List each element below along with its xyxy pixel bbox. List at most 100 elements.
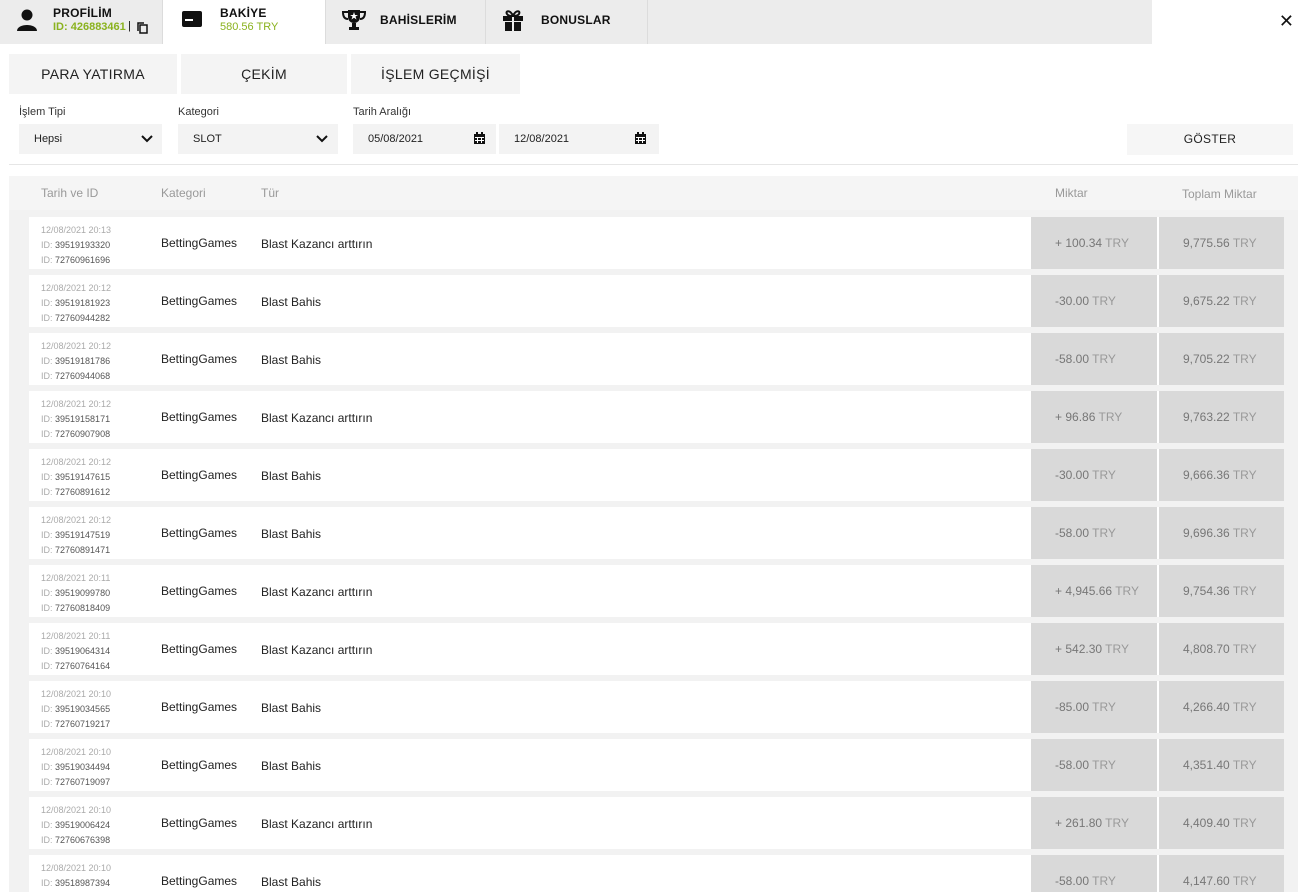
row-id-secondary: ID: 72760944068 bbox=[41, 371, 111, 381]
row-id-primary: ID: 39519181786 bbox=[41, 356, 111, 366]
row-miktar: -30.00 TRY bbox=[1055, 468, 1116, 482]
row-date: 12/08/2021 20:11 bbox=[41, 631, 111, 641]
tab-bonuslar[interactable]: BONUSLAR bbox=[486, 0, 648, 44]
trophy-icon bbox=[340, 8, 368, 32]
row-miktar-cell: -85.00 TRY bbox=[1031, 681, 1157, 733]
row-tur: Blast Bahis bbox=[261, 295, 322, 309]
row-miktar: + 4,945.66 TRY bbox=[1055, 584, 1139, 598]
header-kategori: Kategori bbox=[161, 186, 206, 200]
tab-bahislerim[interactable]: BAHİSLERİM bbox=[326, 0, 486, 44]
table-row: 12/08/2021 20:10 ID: 39518987394 BettingGa… bbox=[29, 855, 1284, 892]
row-miktar-cell: -30.00 TRY bbox=[1031, 275, 1157, 327]
row-id-primary: ID: 39519034565 bbox=[41, 704, 111, 714]
date-from-input[interactable]: 05/08/2021 bbox=[353, 124, 496, 154]
row-id-primary: ID: 39519147615 bbox=[41, 472, 111, 482]
kategori-select[interactable]: SLOT bbox=[178, 124, 338, 154]
row-toplam: 9,705.22 TRY bbox=[1183, 352, 1257, 366]
row-toplam-cell: 9,675.22 TRY bbox=[1159, 275, 1284, 327]
row-miktar-cell: + 261.80 TRY bbox=[1031, 797, 1157, 849]
copy-icon[interactable] bbox=[137, 21, 148, 34]
row-miktar-cell: -58.00 TRY bbox=[1031, 739, 1157, 791]
row-miktar-cell: -58.00 TRY bbox=[1031, 507, 1157, 559]
row-kategori: BettingGames bbox=[161, 526, 238, 540]
tab-profil[interactable]: PROFİLİM ID: 426883461 | bbox=[0, 0, 163, 44]
tab-bakiye[interactable]: BAKİYE 580.56 TRY bbox=[163, 0, 326, 44]
row-toplam: 9,666.36 TRY bbox=[1183, 468, 1257, 482]
tarih-araligi-label: Tarih Aralığı bbox=[353, 106, 412, 118]
close-icon: ✕ bbox=[1278, 11, 1294, 31]
row-miktar: + 96.86 TRY bbox=[1055, 410, 1123, 424]
row-miktar: -58.00 TRY bbox=[1055, 352, 1116, 366]
calendar-icon[interactable] bbox=[473, 132, 486, 145]
row-id-secondary: ID: 72760719097 bbox=[41, 777, 111, 787]
row-date: 12/08/2021 20:10 bbox=[41, 747, 112, 757]
calendar-icon[interactable] bbox=[634, 132, 647, 145]
profil-id: ID: 426883461 bbox=[53, 21, 126, 33]
row-tur: Blast Bahis bbox=[261, 759, 322, 773]
row-date: 12/08/2021 20:12 bbox=[41, 341, 112, 351]
row-tur: Blast Bahis bbox=[261, 527, 322, 541]
row-miktar: + 100.34 TRY bbox=[1055, 236, 1129, 250]
row-toplam: 4,266.40 TRY bbox=[1183, 700, 1257, 714]
row-kategori: BettingGames bbox=[161, 758, 238, 772]
row-kategori: BettingGames bbox=[161, 352, 238, 366]
table-row: 12/08/2021 20:12 ID: 39519147615 ID: 72760… bbox=[29, 449, 1284, 501]
row-toplam-cell: 4,409.40 TRY bbox=[1159, 797, 1284, 849]
date-to-input[interactable]: 12/08/2021 bbox=[499, 124, 659, 154]
row-kategori: BettingGames bbox=[161, 584, 238, 598]
row-tur: Blast Kazancı arttırın bbox=[261, 411, 373, 425]
profil-title: PROFİLİM bbox=[53, 6, 112, 20]
row-toplam: 4,808.70 TRY bbox=[1183, 642, 1257, 656]
row-tur: Blast Bahis bbox=[261, 875, 322, 889]
row-toplam: 4,351.40 TRY bbox=[1183, 758, 1257, 772]
table-row: 12/08/2021 20:10 ID: 39519034494 ID: 72760… bbox=[29, 739, 1284, 791]
row-miktar-cell: -58.00 TRY bbox=[1031, 333, 1157, 385]
row-date: 12/08/2021 20:10 bbox=[41, 805, 112, 815]
row-tur: Blast Kazancı arttırın bbox=[261, 237, 373, 251]
islem-tipi-select[interactable]: Hepsi bbox=[19, 124, 162, 154]
row-id-primary: ID: 39519147519 bbox=[41, 530, 111, 540]
chevron-down-icon bbox=[141, 134, 153, 144]
kategori-value: SLOT bbox=[193, 133, 222, 145]
row-toplam-cell: 4,351.40 TRY bbox=[1159, 739, 1284, 791]
row-kategori: BettingGames bbox=[161, 700, 238, 714]
row-miktar: -58.00 TRY bbox=[1055, 526, 1116, 540]
row-miktar-cell: -58.00 TRY bbox=[1031, 855, 1157, 892]
row-miktar: -30.00 TRY bbox=[1055, 294, 1116, 308]
table-header: Tarih ve ID Kategori Tür Miktar Toplam M… bbox=[9, 176, 1298, 210]
row-id-secondary: ID: 72760676398 bbox=[41, 835, 111, 845]
divider: | bbox=[128, 20, 131, 32]
user-icon bbox=[16, 8, 38, 32]
subtab-islem-gecmisi[interactable]: İŞLEM GEÇMİŞİ bbox=[351, 54, 522, 94]
row-toplam: 9,696.36 TRY bbox=[1183, 526, 1257, 540]
row-id-primary: ID: 39519181923 bbox=[41, 298, 111, 308]
row-toplam-cell: 4,808.70 TRY bbox=[1159, 623, 1284, 675]
header-miktar: Miktar bbox=[1055, 186, 1088, 200]
date-from-value: 05/08/2021 bbox=[368, 133, 424, 145]
row-miktar-cell: + 542.30 TRY bbox=[1031, 623, 1157, 675]
subtab-para-yatirma[interactable]: PARA YATIRMA bbox=[9, 54, 179, 94]
top-navigation: PROFİLİM ID: 426883461 | BAKİYE 580.56 T… bbox=[0, 0, 1298, 44]
row-toplam-cell: 9,754.36 TRY bbox=[1159, 565, 1284, 617]
row-miktar: + 261.80 TRY bbox=[1055, 816, 1129, 830]
row-toplam-cell: 9,666.36 TRY bbox=[1159, 449, 1284, 501]
bonuslar-title: BONUSLAR bbox=[541, 13, 611, 27]
row-toplam-cell: 4,147.60 TRY bbox=[1159, 855, 1284, 892]
row-tur: Blast Bahis bbox=[261, 353, 322, 367]
row-tur: Blast Bahis bbox=[261, 701, 322, 715]
show-button[interactable]: GÖSTER bbox=[1127, 124, 1293, 155]
chevron-down-icon bbox=[316, 134, 328, 144]
balance-amount: 580.56 TRY bbox=[220, 21, 279, 33]
table-row: 12/08/2021 20:10 ID: 39519034565 ID: 72760… bbox=[29, 681, 1284, 733]
row-miktar-cell: + 100.34 TRY bbox=[1031, 217, 1157, 269]
table-row: 12/08/2021 20:12 ID: 39519158171 ID: 72760… bbox=[29, 391, 1284, 443]
date-to-value: 12/08/2021 bbox=[514, 133, 570, 145]
row-date: 12/08/2021 20:11 bbox=[41, 573, 111, 583]
close-button[interactable]: ✕ bbox=[1152, 0, 1298, 44]
islem-tipi-value: Hepsi bbox=[34, 133, 63, 145]
row-kategori: BettingGames bbox=[161, 294, 238, 308]
header-toplam: Toplam Miktar bbox=[1182, 187, 1257, 201]
subtab-cekim[interactable]: ÇEKİM bbox=[181, 54, 349, 94]
row-miktar: -58.00 TRY bbox=[1055, 874, 1116, 888]
sub-tabs: PARA YATIRMA ÇEKİM İŞLEM GEÇMİŞİ bbox=[0, 44, 1298, 94]
